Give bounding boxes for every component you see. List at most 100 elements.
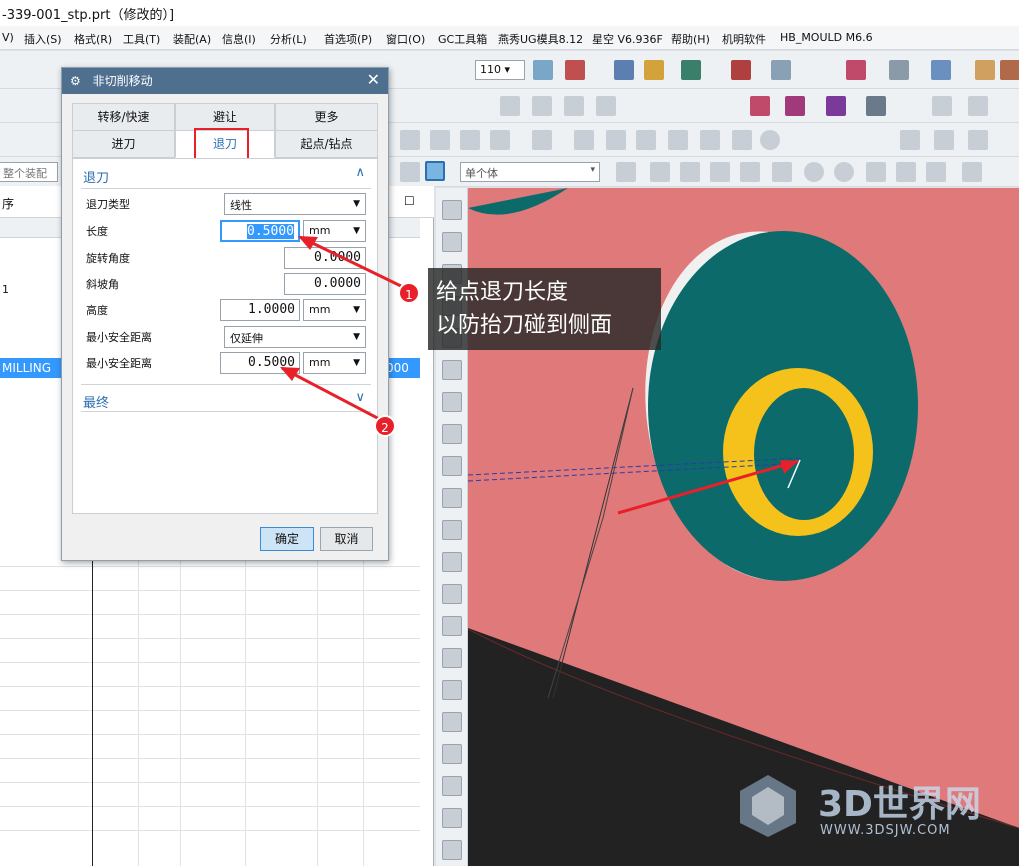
arc-icon[interactable]	[772, 162, 792, 182]
sidebar-tool-icon-14[interactable]	[442, 616, 462, 636]
rotation-angle-field[interactable]: 0.0000	[284, 247, 366, 269]
sidebar-tool-icon-12[interactable]	[442, 552, 462, 572]
tool-icon[interactable]	[785, 96, 805, 116]
length-unit-select[interactable]: mm ▼	[303, 220, 366, 242]
sidebar-tool-icon-8[interactable]	[442, 424, 462, 444]
tab-more[interactable]: 更多	[275, 103, 378, 131]
navigator-row-short[interactable]: 1	[2, 283, 9, 296]
curve-icon[interactable]	[926, 162, 946, 182]
tolerance-icon[interactable]	[968, 130, 988, 150]
shape-icon-c[interactable]	[460, 130, 480, 150]
sidebar-tool-icon-6[interactable]	[442, 360, 462, 380]
single-body-select[interactable]: 单个体 ▾	[460, 162, 600, 182]
part-navigator-icon[interactable]	[442, 200, 462, 220]
menu-item-info[interactable]: 信息(I)	[222, 31, 256, 47]
sidebar-tool-icon-17[interactable]	[442, 712, 462, 732]
csys-icon[interactable]	[565, 60, 585, 80]
body-filter-icon[interactable]	[425, 161, 445, 181]
tab-avoidance[interactable]: 避让	[175, 103, 275, 131]
drill-icon[interactable]	[750, 96, 770, 116]
grid-icon[interactable]	[932, 96, 952, 116]
section-retract-title[interactable]: 退刀	[83, 167, 109, 186]
menu-item-insert[interactable]: 插入(S)	[24, 31, 62, 47]
min-clearance-field[interactable]: 0.5000	[220, 352, 300, 374]
mark-icon[interactable]	[934, 130, 954, 150]
table-icon[interactable]	[962, 162, 982, 182]
color-icon[interactable]	[644, 60, 664, 80]
ruler-icon[interactable]	[771, 60, 791, 80]
dim-icon[interactable]	[900, 130, 920, 150]
select-icon[interactable]	[400, 162, 420, 182]
section-final-title[interactable]: 最终	[83, 392, 109, 411]
sidebar-tool-icon-11[interactable]	[442, 520, 462, 540]
sidebar-tool-icon-13[interactable]	[442, 584, 462, 604]
rect-icon[interactable]	[490, 130, 510, 150]
tab-transfer[interactable]: 转移/快速	[72, 103, 175, 131]
sidebar-tool-icon-10[interactable]	[442, 488, 462, 508]
edit-icon[interactable]	[614, 60, 634, 80]
sidebar-tool-icon-18[interactable]	[442, 744, 462, 764]
line-icon[interactable]	[680, 162, 700, 182]
endpoint-icon[interactable]	[710, 162, 730, 182]
cross-icon[interactable]	[866, 162, 886, 182]
sidebar-tool-icon-15[interactable]	[442, 648, 462, 668]
arrow-icon[interactable]	[616, 162, 636, 182]
menu-item-window[interactable]: 窗口(O)	[386, 31, 425, 47]
square-icon[interactable]	[636, 130, 656, 150]
zoom-select[interactable]: 110 ▾	[475, 60, 525, 80]
axis-icon[interactable]	[574, 130, 594, 150]
shape-icon-b[interactable]	[430, 130, 450, 150]
op-icon-d[interactable]	[596, 96, 616, 116]
menu-item-jiming[interactable]: 机明软件	[722, 31, 766, 47]
chevron-up-icon[interactable]: ∧	[355, 165, 365, 180]
method-icon[interactable]	[826, 96, 846, 116]
menu-item-xingkong[interactable]: 星空 V6.936F	[592, 31, 663, 47]
shaded-icon[interactable]	[931, 60, 951, 80]
measure-icon[interactable]	[681, 60, 701, 80]
height-unit-select[interactable]: mm ▼	[303, 299, 366, 321]
shape-icon-a[interactable]	[400, 130, 420, 150]
snap-icon[interactable]	[731, 60, 751, 80]
ok-button[interactable]: 确定	[260, 527, 314, 551]
min-clearance-unit-select[interactable]: mm ▼	[303, 352, 366, 374]
menu-item-hbmould[interactable]: HB_MOULD M6.6	[780, 31, 873, 44]
min-clearance-select[interactable]: 仅延伸 ▼	[224, 326, 366, 348]
retract-type-select[interactable]: 线性 ▼	[224, 193, 366, 215]
menu-item-view[interactable]: V)	[2, 31, 14, 44]
sidebar-tool-icon-7[interactable]	[442, 392, 462, 412]
midpoint-icon[interactable]	[740, 162, 760, 182]
sidebar-tool-icon-20[interactable]	[442, 808, 462, 828]
menu-item-analysis[interactable]: 分析(L)	[270, 31, 307, 47]
hexagon-icon[interactable]	[532, 130, 552, 150]
fit-view-icon[interactable]	[846, 60, 866, 80]
ramp-angle-field[interactable]: 0.0000	[284, 273, 366, 295]
filter-select[interactable]: 整个装配	[0, 162, 58, 182]
menu-item-preferences[interactable]: 首选项(P)	[324, 31, 372, 47]
wrench-icon[interactable]	[668, 130, 688, 150]
menu-item-gc-toolbox[interactable]: GC工具箱	[438, 31, 487, 47]
close-icon[interactable]: ✕	[367, 70, 380, 89]
quadrant-icon[interactable]	[834, 162, 854, 182]
sidebar-tool-icon-21[interactable]	[442, 840, 462, 860]
circle-icon[interactable]	[760, 130, 780, 150]
tab-start-drill-points[interactable]: 起点/钻点	[275, 130, 378, 158]
geometry-icon[interactable]	[866, 96, 886, 116]
render-icon[interactable]	[889, 60, 909, 80]
sidebar-tool-icon-19[interactable]	[442, 776, 462, 796]
menu-item-tools[interactable]: 工具(T)	[123, 31, 160, 47]
op-icon-b[interactable]	[532, 96, 552, 116]
tab-engage[interactable]: 进刀	[72, 130, 175, 158]
assembly-navigator-icon[interactable]	[442, 232, 462, 252]
center-icon[interactable]	[804, 162, 824, 182]
menu-item-format[interactable]: 格式(R)	[74, 31, 112, 47]
cancel-button[interactable]: 取消	[320, 527, 373, 551]
menu-item-help[interactable]: 帮助(H)	[671, 31, 710, 47]
view-orient-icon[interactable]	[975, 60, 995, 80]
tangent-icon[interactable]	[896, 162, 916, 182]
section-icon[interactable]	[1000, 60, 1019, 80]
length-field[interactable]: 0.5000	[220, 220, 300, 242]
menu-item-assembly[interactable]: 装配(A)	[173, 31, 211, 47]
op-icon-c[interactable]	[564, 96, 584, 116]
op-icon-a[interactable]	[500, 96, 520, 116]
column-header-order[interactable]: 序	[2, 195, 14, 212]
